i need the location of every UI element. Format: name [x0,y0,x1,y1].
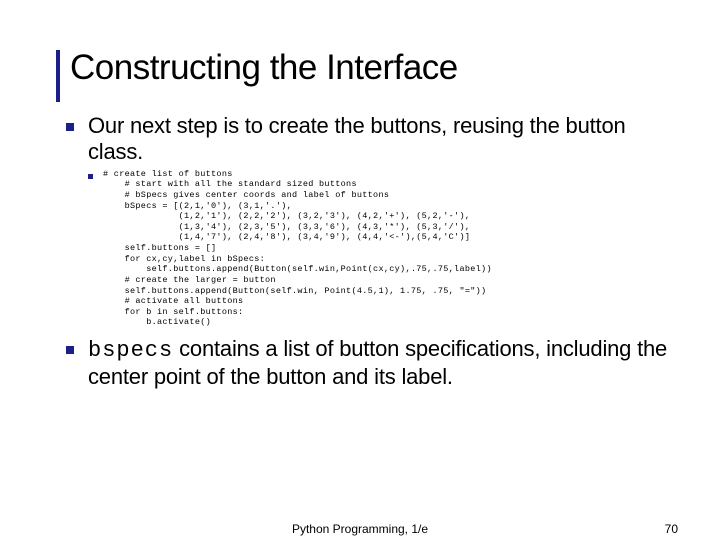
bullet-square-icon [88,174,93,179]
bullet-item-1: Our next step is to create the buttons, … [66,113,670,165]
code-block: # create list of buttons # start with al… [103,169,492,328]
slide-title: Constructing the Interface [70,50,670,87]
bullet-text-2: bspecs contains a list of button specifi… [88,336,670,390]
bullet-item-2: bspecs contains a list of button specifi… [66,336,670,390]
slide: Constructing the Interface Our next step… [0,0,720,540]
page-number: 70 [665,522,678,536]
bullet-item-code: # create list of buttons # start with al… [88,169,670,328]
slide-body: Our next step is to create the buttons, … [66,113,670,390]
bullet-square-icon [66,346,74,354]
bullet-square-icon [66,123,74,131]
bullet-text-1: Our next step is to create the buttons, … [88,113,670,165]
title-accent-bar [56,50,60,102]
footer-text: Python Programming, 1/e [0,522,720,536]
bullet-text-2-rest: contains a list of button specifications… [88,336,667,389]
code-inline: bspecs [88,338,173,363]
